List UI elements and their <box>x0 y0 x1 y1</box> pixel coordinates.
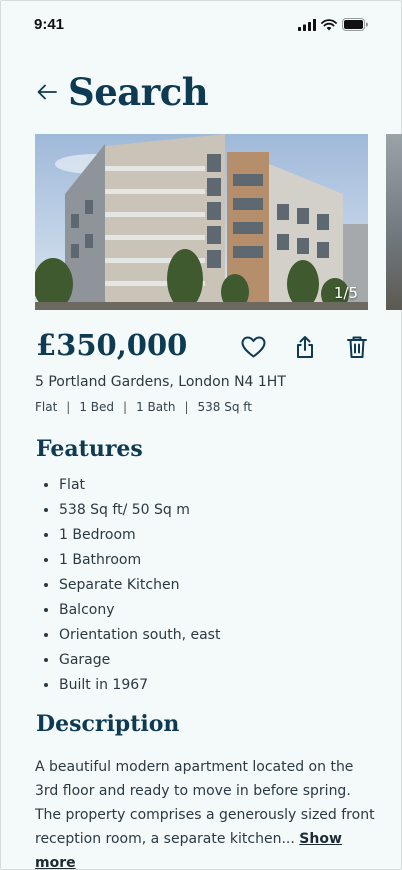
features-heading: Features <box>36 436 143 462</box>
description-text: A beautiful modern apartment located on … <box>35 755 375 870</box>
feature-item: Garage <box>44 647 220 672</box>
feature-item: 538 Sq ft/ 50 Sq m <box>44 497 220 522</box>
device-frame <box>0 0 402 870</box>
spec-divider: | <box>184 400 189 414</box>
features-list: Flat 538 Sq ft/ 50 Sq m 1 Bedroom 1 Bath… <box>44 472 220 697</box>
trash-icon <box>347 336 367 358</box>
property-photo[interactable]: 1/5 <box>35 134 368 310</box>
wifi-icon <box>321 18 337 30</box>
building-photo <box>35 134 368 310</box>
share-icon <box>297 336 313 358</box>
spec-type: Flat <box>35 400 58 414</box>
status-bar: 9:41 <box>0 0 402 50</box>
back-arrow-icon <box>37 84 57 100</box>
listing-address: 5 Portland Gardens, London N4 1HT <box>35 374 286 390</box>
heart-icon <box>241 336 265 358</box>
photo-gallery[interactable]: 1/5 <box>35 134 402 310</box>
delete-button[interactable] <box>342 333 372 361</box>
status-icons <box>298 18 368 31</box>
share-button[interactable] <box>290 333 320 361</box>
feature-item: Built in 1967 <box>44 672 220 697</box>
feature-item: 1 Bedroom <box>44 522 220 547</box>
battery-icon <box>342 18 368 31</box>
spec-divider: | <box>66 400 71 414</box>
spec-divider: | <box>123 400 128 414</box>
next-photo-peek[interactable] <box>386 134 402 310</box>
listing-specs: Flat | 1 Bed | 1 Bath | 538 Sq ft <box>35 400 252 414</box>
description-heading: Description <box>36 711 180 737</box>
status-time: 9:41 <box>34 16 65 33</box>
feature-item: Orientation south, east <box>44 622 220 647</box>
page-title: Search <box>68 70 209 114</box>
listing-price: £350,000 <box>36 328 188 362</box>
favorite-button[interactable] <box>238 333 268 361</box>
spec-area: 538 Sq ft <box>197 400 252 414</box>
spec-bathrooms: 1 Bath <box>136 400 176 414</box>
feature-item: Balcony <box>44 597 220 622</box>
feature-item: Separate Kitchen <box>44 572 220 597</box>
feature-item: Flat <box>44 472 220 497</box>
back-button[interactable] <box>36 81 58 103</box>
feature-item: 1 Bathroom <box>44 547 220 572</box>
photo-counter: 1/5 <box>333 284 358 302</box>
spec-bedrooms: 1 Bed <box>79 400 115 414</box>
header: Search <box>36 68 209 116</box>
listing-actions <box>238 333 372 361</box>
signal-icon <box>298 18 316 31</box>
